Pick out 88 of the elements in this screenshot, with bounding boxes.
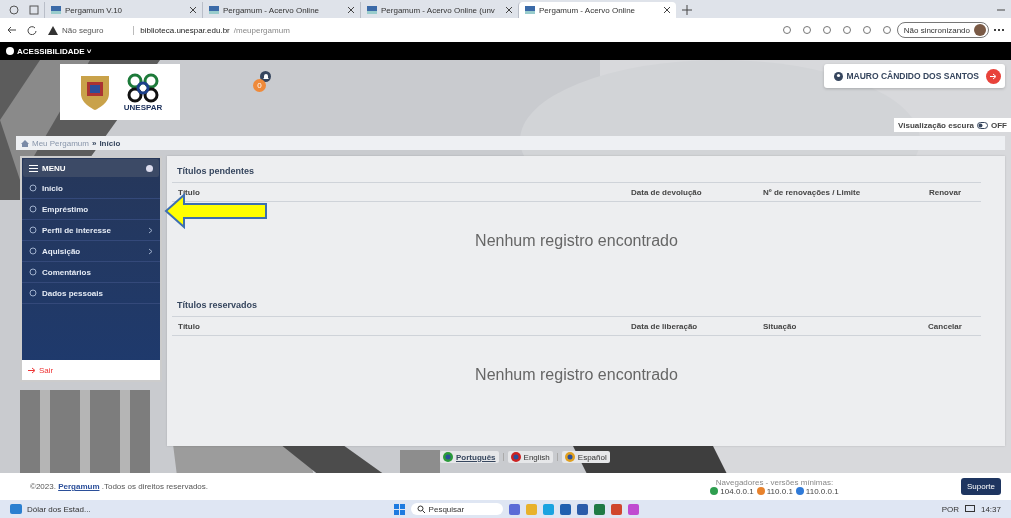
menu-item-icon — [29, 268, 37, 276]
empty-message: Nenhum registro encontrado — [475, 232, 678, 250]
menu-item[interactable]: Comentários — [22, 262, 160, 283]
column-header: Renovar — [928, 187, 962, 197]
avatar-icon — [974, 24, 986, 36]
copyright-text: ©2023. Pergamum .Todos os direitos reservados. — [30, 482, 208, 491]
close-icon[interactable] — [506, 7, 512, 13]
language-link[interactable]: English — [507, 451, 553, 463]
section-title: Títulos reservados — [172, 290, 981, 317]
browser-tab[interactable]: Pergamum - Acervo Online — [518, 2, 676, 18]
favicon-icon — [51, 6, 61, 14]
clock[interactable]: 14:37 — [980, 504, 1001, 514]
app-icon[interactable] — [593, 503, 605, 515]
browser-version: 104.0.0.1 — [710, 486, 754, 496]
close-icon[interactable] — [664, 7, 670, 13]
menu-item[interactable]: Dados pessoais — [22, 283, 160, 304]
user-icon — [834, 71, 844, 81]
bell-icon[interactable] — [260, 71, 271, 82]
browser-icon — [710, 487, 719, 495]
user-card[interactable]: MAURO CÂNDIDO DOS SANTOS — [824, 64, 1005, 88]
flag-icon — [564, 452, 575, 462]
start-icon[interactable] — [393, 503, 405, 515]
menu-item[interactable]: Aquisição — [22, 241, 160, 262]
menu-icon — [29, 164, 38, 172]
app-icon[interactable] — [559, 503, 571, 515]
logout-link[interactable]: Sair — [22, 360, 160, 380]
browser-version: 110.0.1 — [756, 486, 793, 496]
chevron-icon — [148, 226, 153, 234]
app-icon[interactable] — [508, 503, 520, 515]
app-icon[interactable] — [542, 503, 554, 515]
menu-header[interactable]: MENU — [23, 159, 159, 177]
menu-item-icon — [29, 226, 37, 234]
rings-icon — [125, 72, 161, 103]
favicon-icon — [367, 6, 377, 14]
column-header: Data de liberação — [630, 321, 699, 331]
column-header: Nº de renovações / Limite — [762, 187, 862, 197]
accessibility-menu[interactable]: ACESSIBILIDADE ˅ — [6, 46, 92, 56]
close-icon[interactable] — [190, 7, 196, 13]
widget-icon — [10, 504, 22, 514]
section-title: Títulos pendentes — [172, 156, 981, 183]
favicon-icon — [525, 6, 535, 14]
close-icon[interactable] — [348, 7, 354, 13]
column-header: Título — [177, 187, 201, 197]
menu-item-icon — [29, 289, 37, 297]
app-icon[interactable] — [576, 503, 588, 515]
toggle-icon — [977, 121, 988, 129]
logout-icon[interactable] — [986, 68, 1001, 84]
column-header: Data de devolução — [630, 187, 703, 197]
taskbar-search[interactable]: Pesquisar — [410, 503, 503, 515]
browser-icon — [795, 487, 804, 495]
chevron-icon — [148, 247, 153, 255]
dark-mode-toggle[interactable]: Visualização escura OFF — [894, 118, 1011, 132]
user-name: MAURO CÂNDIDO DOS SANTOS — [846, 71, 979, 81]
home-icon — [21, 139, 29, 147]
column-header: Título — [177, 321, 201, 331]
brand-link[interactable]: Pergamum — [58, 482, 100, 491]
breadcrumb-current: Início — [99, 138, 121, 148]
language-link[interactable]: Português — [440, 451, 499, 463]
favicon-icon — [209, 6, 219, 14]
network-icon[interactable] — [964, 505, 975, 513]
column-header: Situação — [762, 321, 798, 331]
empty-message: Nenhum registro encontrado — [475, 366, 678, 384]
app-icon[interactable] — [610, 503, 622, 515]
weather-widget[interactable]: Dólar dos Estad... — [10, 504, 91, 514]
logo-card[interactable]: UNESPAR — [60, 64, 180, 120]
column-header: Cancelar — [927, 321, 963, 331]
keyboard-language[interactable]: POR — [941, 504, 959, 514]
support-button[interactable]: Suporte — [961, 478, 1001, 495]
app-icon[interactable] — [627, 503, 639, 515]
menu-item[interactable]: Início — [22, 178, 160, 199]
info-icon — [6, 47, 14, 55]
language-link[interactable]: Español — [561, 451, 610, 463]
menu-item-icon — [29, 205, 37, 213]
exit-icon — [28, 366, 37, 374]
flag-icon — [443, 452, 453, 462]
browsers-label: Navegadores - versões mínimas: — [715, 477, 834, 487]
menu-item-icon — [29, 247, 37, 255]
flag-icon — [510, 452, 521, 462]
menu-item[interactable]: Empréstimo — [22, 199, 160, 220]
search-icon — [416, 505, 425, 513]
menu-item-icon — [29, 184, 37, 192]
address-bar[interactable]: Não seguro biblioteca.unespar.edu.br /meupergamum — [48, 25, 290, 35]
breadcrumb-separator: » — [91, 138, 97, 148]
menu-item[interactable]: Perfil de interesse — [22, 220, 160, 241]
browser-version: 110.0.0.1 — [795, 486, 839, 496]
logo-text: UNESPAR — [123, 102, 163, 112]
circle-icon[interactable] — [146, 164, 153, 172]
browser-icon — [756, 487, 765, 495]
